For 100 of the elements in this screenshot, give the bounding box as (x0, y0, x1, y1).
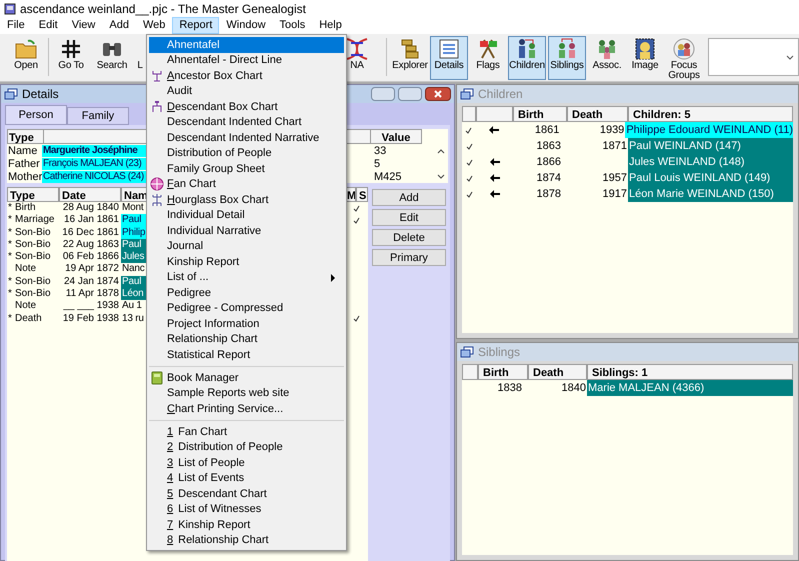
target-icon (150, 177, 164, 192)
table-cell-text: Note (15, 263, 38, 276)
table-cell-text: 16 Dec 1861 (61, 226, 120, 239)
toolbar-button[interactable]: Open (6, 36, 46, 80)
menu-item[interactable]: Ahnentafel - Direct Line (149, 52, 344, 68)
menu-item[interactable]: 4 List of Events (149, 470, 344, 486)
table-cell-text: 5 (374, 158, 382, 170)
menu-item[interactable]: 3 List of People (149, 455, 344, 470)
hash-icon (59, 37, 83, 61)
book-icon (150, 370, 164, 385)
menu-item[interactable]: Report (172, 17, 220, 34)
menu-item[interactable]: 2 Distribution of People (149, 440, 344, 455)
window-title: ascendance weinland__.pjc - The Master Genealogist (20, 0, 306, 18)
menu-item[interactable]: Book Manager (149, 370, 344, 386)
menu-item[interactable]: Help (312, 17, 349, 34)
menu-item[interactable]: Descendant Box Chart (149, 99, 344, 114)
menu-item[interactable]: Pedigree (149, 285, 344, 300)
toolbar-button[interactable]: NA (346, 36, 368, 80)
menu-item[interactable]: 1 Fan Chart (149, 424, 344, 440)
menu-item[interactable]: Edit (32, 17, 65, 34)
table-cell-text: Au 1 (121, 300, 143, 313)
marker: * (8, 251, 12, 262)
menu-item[interactable]: Window (219, 17, 273, 34)
toolbar-button[interactable]: Flags (470, 36, 506, 80)
table-cell-text: 13 ru (121, 312, 145, 325)
window-title: Details (22, 86, 59, 103)
table-cell: Marguerite Joséphine (42, 144, 149, 157)
toolbar-button[interactable]: Children (508, 36, 546, 80)
menu-item[interactable]: Sample Reports web site (149, 386, 344, 401)
table-cell-text: 1874 (536, 171, 562, 186)
marker: * (8, 226, 12, 238)
toolbar-button[interactable]: L (133, 36, 147, 80)
close-icon (434, 90, 442, 98)
close-button[interactable] (425, 87, 451, 101)
submenu-arrow-icon (331, 274, 336, 282)
menu-item[interactable]: Statistical Report (149, 347, 344, 362)
tab[interactable]: Person (5, 105, 67, 125)
toolbar-button[interactable]: Assoc. (588, 36, 626, 80)
menu-item[interactable]: View (64, 17, 102, 34)
table-cell: Catherine NICOLAS (24) (42, 170, 149, 183)
menu-item[interactable]: Kinship Report (149, 254, 344, 270)
tree-icon (150, 192, 164, 207)
menu-item[interactable]: Individual Detail (149, 208, 344, 223)
tree-icon (150, 100, 164, 114)
table-cell-text: 1863 (536, 139, 562, 154)
table-cell-text: 28 Aug 1840 (62, 202, 120, 214)
toolbar-button[interactable]: Siblings (548, 36, 586, 80)
menu-item[interactable]: Descendant Indented Chart (149, 114, 344, 130)
minimize-button[interactable] (371, 87, 395, 101)
menu-item[interactable]: Web (136, 17, 172, 34)
menu-item[interactable]: Ahnentafel (149, 37, 344, 52)
toolbar-button[interactable]: Image (628, 36, 662, 80)
menu-item[interactable]: 6 List of Witnesses (149, 502, 344, 517)
action-button[interactable]: Delete (372, 229, 446, 246)
table-cell: Paul (121, 214, 146, 227)
menu-item[interactable]: Individual Narrative (149, 223, 344, 238)
table-cell-text: Death (15, 312, 43, 325)
table-cell-text: Birth (15, 202, 37, 214)
menu-item[interactable]: 5 Descendant Chart (149, 486, 344, 502)
toolbar-button[interactable]: Details (430, 36, 468, 80)
column-header: Date (59, 187, 121, 202)
menu-item[interactable]: Journal (149, 238, 344, 254)
menu-item[interactable]: Relationship Chart (149, 332, 344, 347)
action-button[interactable]: Add (372, 189, 446, 206)
menu-item[interactable]: Add (102, 17, 136, 34)
menu-item[interactable]: Project Information (149, 316, 344, 332)
combo-box[interactable] (708, 38, 799, 76)
table-cell-text: Marriage (15, 214, 56, 227)
table-cell: Jules (121, 251, 146, 264)
menu-item[interactable]: Distribution of People (149, 146, 344, 161)
menu-item[interactable]: Ancestor Box Chart (149, 68, 344, 84)
menu-item[interactable]: Chart Printing Service... (149, 401, 344, 416)
menu-item[interactable]: 7 Kinship Report (149, 517, 344, 532)
column-header: Death (567, 106, 628, 122)
table-cell-text: 1838 (496, 381, 523, 396)
table-cell: Jules WEINLAND (148) (628, 154, 793, 170)
table-cell-text: M425 (374, 170, 403, 183)
menu-item[interactable]: 8 Relationship Chart (149, 532, 344, 548)
marker: * (8, 312, 12, 324)
tab[interactable]: Family (67, 107, 129, 125)
table-cell-text: Name (7, 144, 38, 157)
helix-icon (345, 37, 369, 61)
toolbar-button[interactable]: Search (92, 36, 132, 80)
action-button[interactable]: Primary (372, 249, 446, 266)
menu-item[interactable]: Pedigree - Compressed (149, 300, 344, 316)
table-cell-text: 1878 (536, 187, 562, 202)
toolbar-button[interactable]: Explorer (390, 36, 430, 80)
menu-item[interactable]: List of ... (149, 270, 344, 285)
marker: * (8, 276, 12, 287)
menu-item[interactable]: Tools (272, 17, 312, 34)
window-icon (460, 346, 474, 358)
table-cell-text: 1939 (598, 123, 626, 138)
menu-item[interactable]: Family Group Sheet (149, 161, 344, 176)
table-cell-text: 1840 (560, 381, 587, 396)
table-cell: Léon Marie WEINLAND (150) (628, 186, 793, 202)
action-button[interactable]: Edit (372, 209, 446, 226)
menu-item[interactable]: Audit (149, 84, 344, 99)
toolbar-button[interactable]: Focus Groups (664, 36, 704, 80)
menu-item[interactable]: File (0, 17, 32, 34)
toolbar-button[interactable]: Go To (52, 36, 90, 80)
